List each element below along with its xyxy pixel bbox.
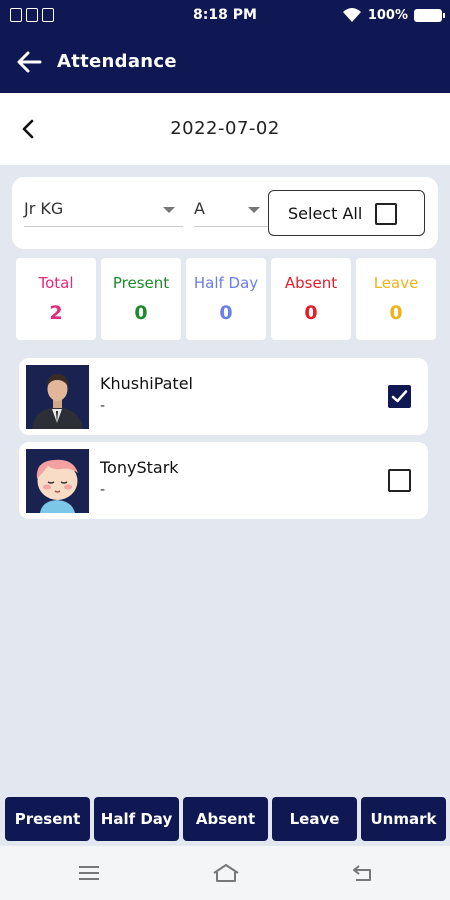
stat-total: Total 2 — [16, 258, 96, 340]
chevron-down-icon — [248, 207, 260, 213]
system-nav-bar — [0, 846, 450, 900]
stat-value: 0 — [389, 302, 403, 324]
stat-label: Leave — [373, 274, 419, 292]
present-button[interactable]: Present — [5, 797, 90, 841]
checkmark-icon — [391, 390, 408, 403]
battery-percent: 100% — [367, 7, 408, 23]
selected-date[interactable]: 2022-07-02 — [0, 118, 450, 139]
avatar — [26, 449, 89, 513]
student-checkbox[interactable] — [388, 469, 411, 492]
leave-button[interactable]: Leave — [272, 797, 357, 841]
home-icon[interactable] — [211, 861, 241, 885]
app-bar: Attendance — [0, 32, 450, 93]
avatar — [26, 365, 89, 429]
division-dropdown[interactable]: A — [194, 197, 268, 227]
stat-half-day: Half Day 0 — [186, 258, 266, 340]
status-bar: 8:18 PM 100% — [0, 0, 450, 32]
menu-icon[interactable] — [76, 861, 102, 885]
stat-label: Half Day — [193, 274, 259, 292]
back-arrow-icon[interactable] — [16, 49, 42, 75]
select-all-checkbox[interactable] — [375, 203, 397, 225]
class-dropdown[interactable]: Jr KG — [24, 197, 183, 227]
stat-present: Present 0 — [101, 258, 181, 340]
student-checkbox[interactable] — [388, 385, 411, 408]
wifi-icon — [342, 8, 361, 22]
cartoon-boy-avatar-icon — [26, 449, 89, 513]
absent-button[interactable]: Absent — [183, 797, 268, 841]
division-dropdown-value: A — [194, 199, 205, 218]
chevron-down-icon — [163, 207, 175, 213]
student-row[interactable]: KhushiPatel - — [19, 358, 428, 435]
page-title: Attendance — [57, 51, 177, 72]
stat-value: 0 — [219, 302, 233, 324]
student-name: KhushiPatel — [100, 374, 193, 393]
status-right: 100% — [342, 7, 445, 23]
stat-value: 0 — [304, 302, 318, 324]
select-all-button[interactable]: Select All — [268, 190, 425, 236]
date-navigator: 2022-07-02 — [0, 93, 450, 165]
stat-leave: Leave 0 — [356, 258, 436, 340]
student-detail: - — [100, 482, 106, 498]
battery-icon — [414, 8, 445, 22]
action-bar: Present Half Day Absent Leave Unmark — [0, 790, 450, 846]
stat-label: Present — [112, 274, 170, 292]
class-dropdown-value: Jr KG — [24, 199, 64, 218]
man-avatar-icon — [26, 365, 89, 429]
filter-card: Jr KG A Select All — [12, 177, 438, 249]
back-nav-icon[interactable] — [350, 861, 376, 885]
stat-value: 0 — [134, 302, 148, 324]
stat-label: Total — [38, 274, 74, 292]
student-detail: - — [100, 398, 106, 414]
stat-absent: Absent 0 — [271, 258, 351, 340]
stat-value: 2 — [49, 302, 63, 324]
unmark-button[interactable]: Unmark — [361, 797, 446, 841]
student-row[interactable]: TonyStark - — [19, 442, 428, 519]
half-day-button[interactable]: Half Day — [94, 797, 179, 841]
stat-label: Absent — [284, 274, 338, 292]
select-all-label: Select All — [288, 204, 363, 223]
student-name: TonyStark — [100, 458, 179, 477]
